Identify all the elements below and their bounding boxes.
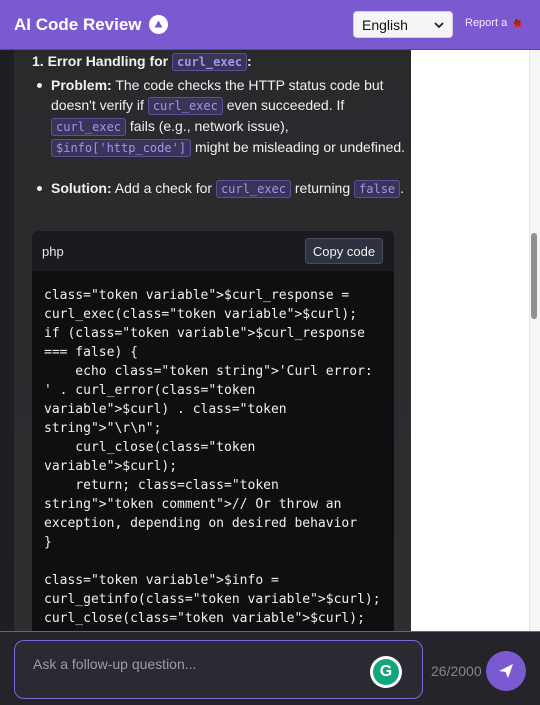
- inline-code: curl_exec: [215, 180, 291, 198]
- code-line: variable">$curl) . class="token: [44, 402, 287, 417]
- code-line: class="token variable">$info =: [44, 573, 279, 588]
- chevron-down-icon: [434, 21, 444, 28]
- code-line: variable">$curl);: [44, 459, 178, 474]
- grammarly-icon: G: [373, 659, 399, 685]
- list-item-solution: Solution: Add a check for curl_exec retu…: [37, 178, 406, 199]
- scrollbar-thumb[interactable]: [531, 233, 537, 319]
- character-count: 26/2000: [431, 663, 482, 679]
- response-panel: 1. Error Handling for curl_exec: Problem…: [14, 50, 411, 631]
- code-line: return; class=class="token: [44, 478, 279, 493]
- inline-code: false: [354, 180, 401, 198]
- list-item-problem: Problem: The code checks the HTTP status…: [37, 75, 406, 158]
- code-line: curl_close(class="token variable">$curl)…: [44, 611, 365, 626]
- inline-code: curl_exec: [147, 97, 223, 115]
- bug-icon: 🐞: [511, 17, 524, 29]
- send-icon: [499, 664, 513, 678]
- code-line: exception, depending on desired behavior: [44, 516, 358, 531]
- report-label: Report a: [465, 17, 508, 29]
- app-header: AI Code Review: [0, 0, 540, 50]
- code-line: === false) {: [44, 345, 138, 360]
- code-line: class="token variable">$curl_response =: [44, 288, 350, 303]
- solution-label: Solution:: [51, 180, 112, 196]
- code-line: curl_exec(class="token variable">$curl);: [44, 307, 358, 322]
- scroll-top-button[interactable]: [148, 15, 168, 34]
- code-line: }: [44, 535, 52, 550]
- app-title: AI Code Review: [14, 14, 142, 34]
- code-content: class="token variable">$curl_response = c…: [44, 286, 389, 628]
- arrow-up-icon: [154, 20, 163, 28]
- grammarly-button[interactable]: G: [370, 656, 402, 688]
- follow-up-input[interactable]: [31, 653, 375, 675]
- code-line: string">"\r\n";: [44, 421, 162, 436]
- language-selected-value: English: [362, 16, 408, 33]
- code-line: curl_close(class="token: [44, 440, 256, 455]
- code-language-label: php: [42, 244, 64, 259]
- code-line: if (class="token variable">$curl_respons…: [44, 326, 365, 341]
- code-line: echo class="token string">'Curl error:: [44, 364, 373, 379]
- send-button[interactable]: [486, 651, 526, 691]
- problem-label: Problem:: [51, 77, 112, 93]
- code-line: string">"token comment">// Or throw an: [44, 497, 342, 512]
- report-bug-link[interactable]: Report a 🐞: [465, 17, 524, 29]
- inline-code: $info['http_code']: [51, 139, 192, 157]
- language-select[interactable]: English: [353, 11, 453, 38]
- code-block-header: php Copy code: [32, 231, 394, 271]
- code-block: php Copy code class="token variable">$cu…: [32, 231, 394, 631]
- inline-code: curl_exec: [172, 53, 248, 71]
- follow-up-input-box[interactable]: [14, 640, 423, 699]
- code-line: curl_getinfo(class="token variable">$cur…: [44, 592, 381, 607]
- scrollbar[interactable]: [529, 50, 540, 631]
- code-line: ' . curl_error(class="token: [44, 383, 256, 398]
- copy-code-button[interactable]: Copy code: [305, 238, 383, 264]
- section-heading: 1. Error Handling for curl_exec:: [32, 53, 252, 71]
- side-gutter: [411, 50, 529, 631]
- inline-code: curl_exec: [51, 118, 127, 136]
